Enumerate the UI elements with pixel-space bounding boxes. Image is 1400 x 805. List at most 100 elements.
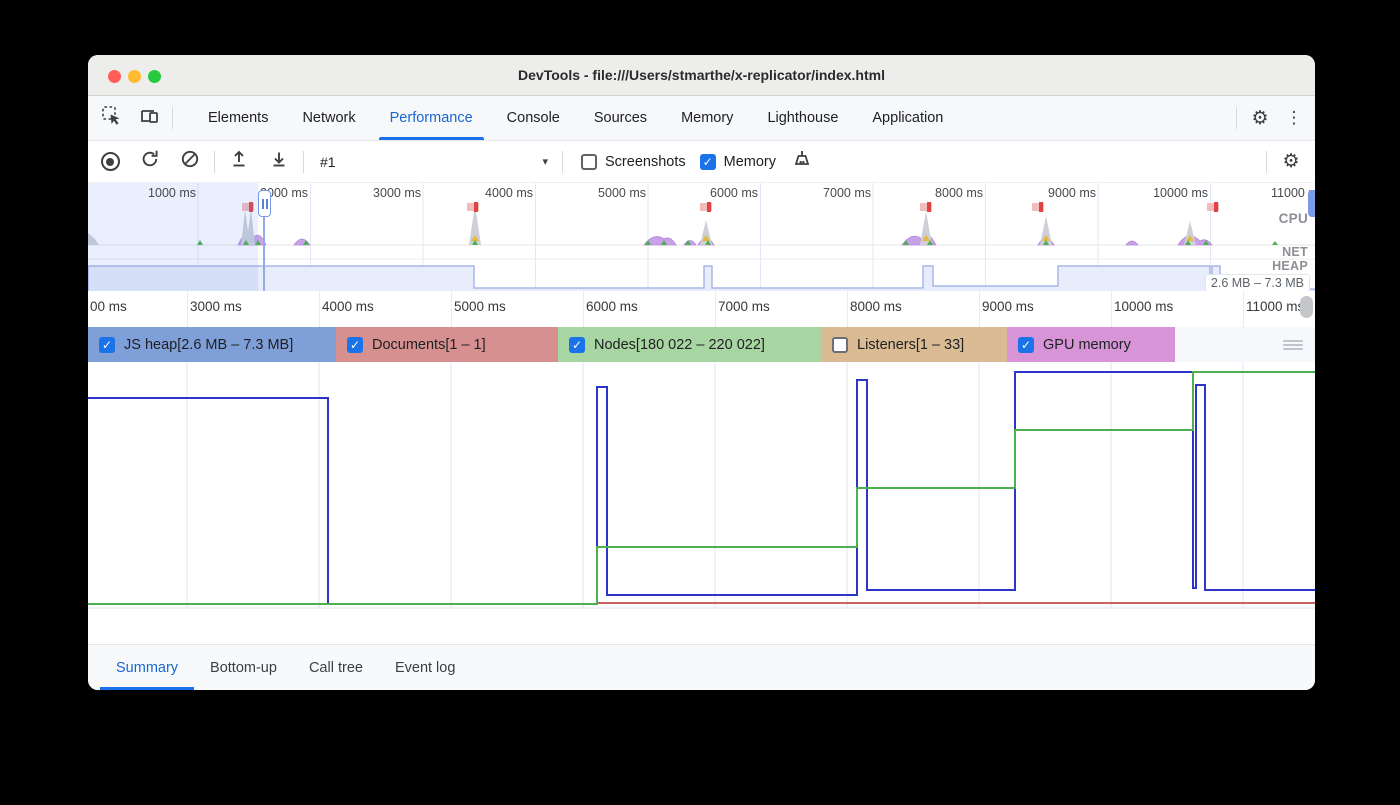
detail-ruler-label: 6000 ms	[586, 299, 638, 314]
legend-chip-documents[interactable]: ✓ Documents[1 – 1]	[336, 327, 558, 362]
overview-ruler-label: 6000 ms	[654, 186, 758, 200]
overview-ruler-label: 2000 ms	[204, 186, 308, 200]
title-bar: DevTools - file:///Users/stmarthe/x-repl…	[88, 55, 1315, 96]
memory-checkbox-row[interactable]: ✓ Memory	[700, 154, 776, 170]
net-track-label: NET	[1282, 245, 1308, 259]
divider	[303, 151, 304, 173]
detail-ruler-label: 7000 ms	[718, 299, 770, 314]
tab-call-tree[interactable]: Call tree	[293, 645, 379, 690]
download-icon	[269, 149, 289, 174]
timeline-overview[interactable]: 1000 ms 2000 ms 3000 ms 4000 ms 5000 ms …	[88, 183, 1315, 291]
tab-lighthouse[interactable]: Lighthouse	[750, 96, 855, 140]
tab-summary[interactable]: Summary	[100, 645, 194, 690]
legend-chip-gpu-memory[interactable]: ✓ GPU memory	[1007, 327, 1175, 362]
load-profile-button[interactable]	[219, 141, 259, 182]
nodes-label: Nodes[180 022 – 220 022]	[594, 337, 765, 353]
legend-chip-nodes[interactable]: ✓ Nodes[180 022 – 220 022]	[558, 327, 821, 362]
legend-chip-listeners[interactable]: Listeners[1 – 33]	[821, 327, 1007, 362]
inspect-element-button[interactable]	[92, 96, 130, 140]
js-heap-checkbox[interactable]: ✓	[99, 337, 115, 353]
documents-checkbox[interactable]: ✓	[347, 337, 363, 353]
tab-memory[interactable]: Memory	[664, 96, 750, 140]
overview-ruler-label: 5000 ms	[542, 186, 646, 200]
tab-sources[interactable]: Sources	[577, 96, 664, 140]
memory-chart-canvas	[88, 362, 1315, 644]
reload-icon	[140, 149, 160, 174]
tab-bottom-up[interactable]: Bottom-up	[194, 645, 293, 690]
screenshots-checkbox[interactable]	[581, 154, 597, 170]
listeners-checkbox[interactable]	[832, 337, 848, 353]
gpu-memory-label: GPU memory	[1043, 337, 1131, 353]
inspect-cursor-icon	[101, 105, 122, 131]
overview-ruler-label: 4000 ms	[429, 186, 533, 200]
nodes-checkbox[interactable]: ✓	[569, 337, 585, 353]
capture-settings-button[interactable]: ⚙	[1271, 150, 1311, 173]
tab-application[interactable]: Application	[855, 96, 960, 140]
screenshots-label: Screenshots	[605, 154, 686, 170]
legend-chip-js-heap[interactable]: ✓ JS heap[2.6 MB – 7.3 MB]	[88, 327, 336, 362]
tab-event-log[interactable]: Event log	[379, 645, 471, 690]
divider	[214, 151, 215, 173]
overview-ruler-label: 8000 ms	[879, 186, 983, 200]
tab-performance[interactable]: Performance	[373, 96, 490, 140]
nodes-line	[88, 372, 1315, 604]
gpu-memory-checkbox[interactable]: ✓	[1018, 337, 1034, 353]
heap-range-badge: 2.6 MB – 7.3 MB	[1205, 274, 1310, 291]
selection-right-handle[interactable]	[258, 190, 271, 217]
overview-ruler-label: 3000 ms	[317, 186, 421, 200]
save-profile-button[interactable]	[259, 141, 299, 182]
selection-clipped-handle[interactable]	[1308, 190, 1315, 217]
chevron-down-icon: ▾	[542, 155, 548, 168]
heap-overview-area	[88, 266, 1315, 291]
screenshots-checkbox-row[interactable]: Screenshots	[581, 154, 686, 170]
three-dots-vertical-icon: ⋮	[1286, 108, 1303, 128]
collect-garbage-button[interactable]	[782, 141, 822, 182]
detail-ruler-label: 11000 ms	[1246, 299, 1304, 314]
reload-and-record-button[interactable]	[130, 141, 170, 182]
divider	[172, 107, 173, 129]
memory-counters-chart[interactable]	[88, 362, 1315, 644]
tab-elements[interactable]: Elements	[191, 96, 285, 140]
recording-history-value: #1	[320, 154, 336, 170]
record-icon	[101, 152, 120, 171]
toggle-device-toolbar-button[interactable]	[130, 96, 168, 140]
overview-ruler-label: 11000 ms	[1221, 186, 1315, 200]
detail-ruler-label: 9000 ms	[982, 299, 1034, 314]
documents-label: Documents[1 – 1]	[372, 337, 486, 353]
listeners-label: Listeners[1 – 33]	[857, 337, 964, 353]
gear-icon: ⚙	[1251, 107, 1268, 130]
overview-ruler-label: 9000 ms	[992, 186, 1096, 200]
recording-history-select[interactable]: #1 ▾	[308, 141, 558, 182]
detail-ruler-label: 4000 ms	[322, 299, 374, 314]
devtools-tab-bar: Elements Network Performance Console Sou…	[88, 96, 1315, 141]
memory-checkbox[interactable]: ✓	[700, 154, 716, 170]
js-heap-line	[88, 372, 1315, 604]
devtools-settings-button[interactable]: ⚙	[1241, 107, 1279, 130]
horizontal-scrollbar-thumb[interactable]	[1300, 296, 1313, 318]
divider	[1266, 151, 1267, 173]
heap-track-label: HEAP	[1272, 259, 1308, 273]
tab-network[interactable]: Network	[285, 96, 372, 140]
garbage-collect-broom-icon	[791, 149, 813, 174]
overview-ruler-label: 7000 ms	[767, 186, 871, 200]
memory-label: Memory	[724, 154, 776, 170]
js-heap-label: JS heap[2.6 MB – 7.3 MB]	[124, 337, 293, 353]
detail-tab-bar: Summary Bottom-up Call tree Event log	[88, 644, 1315, 690]
detail-time-ruler: 00 ms 3000 ms 4000 ms 5000 ms 6000 ms 70…	[88, 291, 1315, 328]
performance-toolbar: #1 ▾ Screenshots ✓ Memory ⚙	[88, 141, 1315, 183]
divider	[1236, 107, 1237, 129]
clear-recording-button[interactable]	[170, 141, 210, 182]
hamburger-menu-icon[interactable]	[1283, 338, 1303, 352]
devtools-menu-button[interactable]: ⋮	[1279, 108, 1309, 128]
record-button[interactable]	[90, 141, 130, 182]
upload-icon	[229, 149, 249, 174]
gear-icon: ⚙	[1282, 150, 1299, 173]
detail-ruler-label: 00 ms	[90, 299, 127, 314]
clear-icon	[180, 149, 200, 174]
window-title: DevTools - file:///Users/stmarthe/x-repl…	[88, 55, 1315, 95]
selection-right-edge[interactable]	[263, 216, 265, 291]
device-toolbar-icon	[139, 105, 160, 131]
detail-ruler-label: 5000 ms	[454, 299, 506, 314]
tab-console[interactable]: Console	[490, 96, 577, 140]
detail-ruler-label: 10000 ms	[1114, 299, 1173, 314]
